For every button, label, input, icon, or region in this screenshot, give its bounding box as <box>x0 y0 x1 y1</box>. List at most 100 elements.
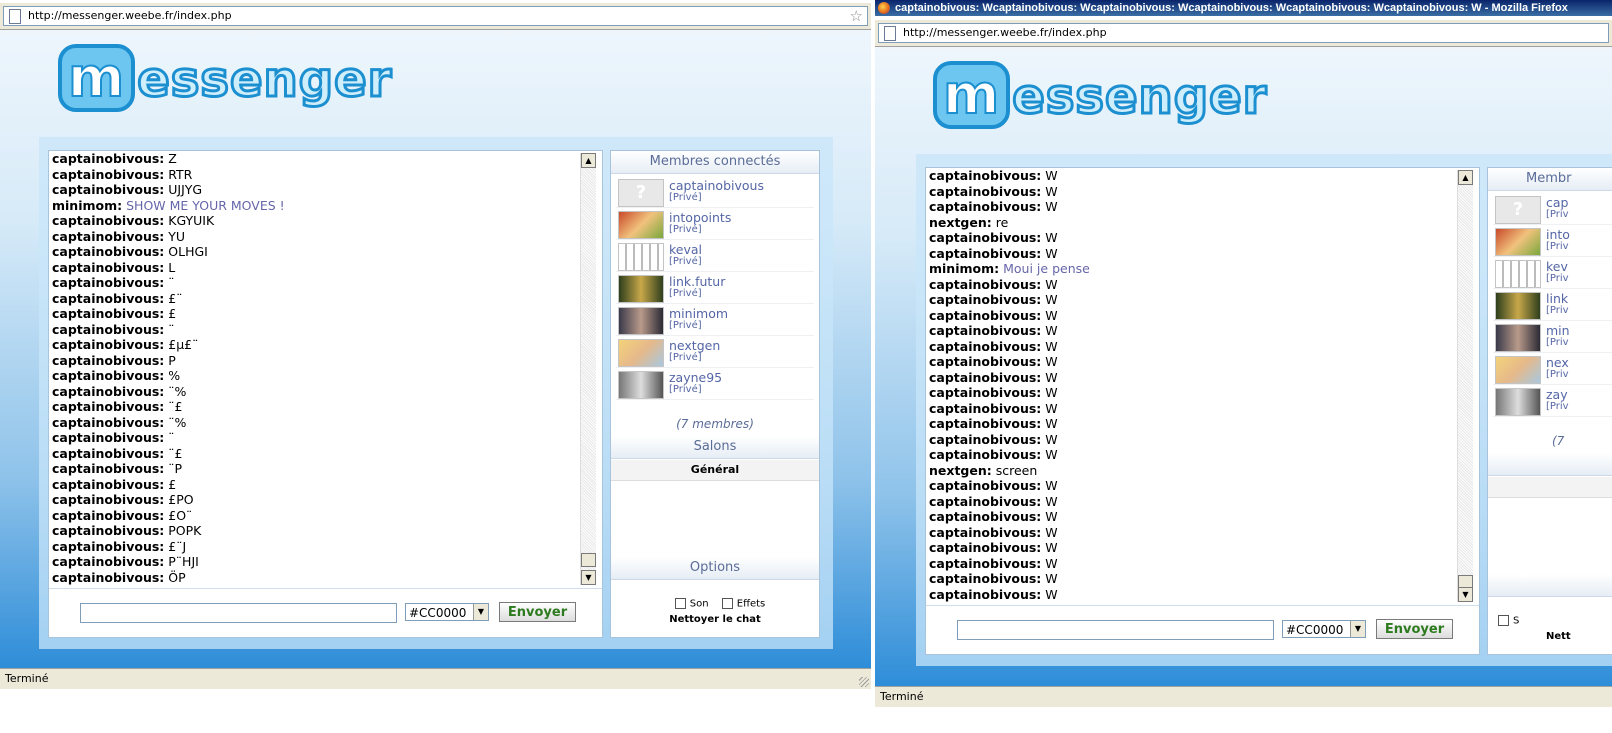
private-message-link[interactable]: [Priv <box>1546 305 1569 316</box>
member-name[interactable]: intopoints <box>669 210 731 225</box>
message-author: captainobivous: <box>929 245 1042 261</box>
chat-message: nextgen: re <box>929 215 1457 231</box>
message-input-b[interactable] <box>957 620 1274 640</box>
member-item[interactable]: link.futur [Privé] <box>616 272 814 304</box>
member-item[interactable]: intopoints [Privé] <box>616 208 814 240</box>
message-author: minimom: <box>929 261 1000 276</box>
members-heading: Membres connectés <box>611 151 819 174</box>
message-text: Z <box>168 151 177 166</box>
member-item[interactable]: link [Priv <box>1493 289 1612 321</box>
salons-heading-b <box>1488 453 1612 476</box>
salon-general[interactable]: Général <box>611 460 819 481</box>
member-name[interactable]: captainobivous <box>669 178 764 193</box>
scroll-thumb[interactable] <box>581 553 596 567</box>
private-message-link[interactable]: [Privé] <box>669 192 702 203</box>
member-name[interactable]: min <box>1546 323 1570 338</box>
chat-scrollbar[interactable]: ▲ ▼ <box>580 153 596 585</box>
member-name[interactable]: link.futur <box>669 274 725 289</box>
effets-label: Effets <box>736 598 766 610</box>
member-name[interactable]: nextgen <box>669 338 720 353</box>
chat-message: captainobivous: W <box>929 184 1457 200</box>
private-message-link[interactable]: [Privé] <box>669 288 702 299</box>
clean-chat-link-b[interactable]: Nett <box>1546 631 1612 642</box>
member-item[interactable]: kev [Priv <box>1493 257 1612 289</box>
message-author: captainobivous: <box>929 183 1042 199</box>
member-name[interactable]: cap <box>1546 195 1568 210</box>
message-text: ¨£ <box>168 445 183 461</box>
member-item[interactable]: ? captainobivous [Privé] <box>616 176 814 208</box>
bookmark-star-icon[interactable]: ☆ <box>850 7 863 25</box>
member-name[interactable]: keval <box>669 242 702 257</box>
member-item[interactable]: zayne95 [Privé] <box>616 368 814 400</box>
message-text: £O¨ <box>168 507 193 523</box>
message-author: captainobivous: <box>52 399 165 414</box>
chat-message: captainobivous: W <box>929 323 1457 339</box>
chat-message: captainobivous: OLHGI <box>52 244 580 260</box>
member-name[interactable]: minimom <box>669 306 728 321</box>
send-button[interactable]: Envoyer <box>499 602 576 622</box>
chat-message: captainobivous: W <box>929 571 1457 587</box>
member-item[interactable]: keval [Privé] <box>616 240 814 272</box>
options-heading-b <box>1488 574 1612 597</box>
message-text: W <box>1045 571 1058 586</box>
member-name[interactable]: kev <box>1546 259 1568 274</box>
clean-chat-link[interactable]: Nettoyer le chat <box>611 614 819 625</box>
private-message-link[interactable]: [Priv <box>1546 241 1569 252</box>
message-text: P <box>168 352 176 368</box>
member-item[interactable]: zay [Priv <box>1493 385 1612 417</box>
message-author: captainobivous: <box>929 168 1042 183</box>
send-button-b[interactable]: Envoyer <box>1376 619 1453 639</box>
chat-message: captainobivous: W <box>929 432 1457 448</box>
member-item[interactable]: nex [Priv <box>1493 353 1612 385</box>
son-checkbox-b[interactable] <box>1498 615 1509 626</box>
message-author: captainobivous: <box>929 540 1042 555</box>
member-name[interactable]: zayne95 <box>669 370 722 385</box>
chat-message: captainobivous: ¨ <box>52 275 580 291</box>
private-message-link[interactable]: [Priv <box>1546 209 1569 220</box>
son-checkbox[interactable] <box>674 598 686 609</box>
color-select[interactable]: #CC0000 ▼ <box>405 603 489 621</box>
message-text: L <box>168 259 176 275</box>
salon-general-b[interactable] <box>1488 477 1612 498</box>
member-item[interactable]: nextgen [Privé] <box>616 336 814 368</box>
private-message-link[interactable]: [Priv <box>1546 273 1569 284</box>
scroll-down-button[interactable]: ▼ <box>581 570 596 585</box>
chat-panel: captainobivous: Zcaptainobivous: RTR capt… <box>48 150 603 638</box>
chat-message: captainobivous: Z <box>52 151 580 167</box>
message-author: captainobivous: <box>52 368 165 383</box>
member-item[interactable]: into [Priv <box>1493 225 1612 257</box>
url-field-b[interactable]: http://messenger.weebe.fr/index.php <box>878 23 1609 43</box>
private-message-link[interactable]: [Privé] <box>669 224 702 235</box>
scroll-up-button[interactable]: ▲ <box>1458 170 1473 185</box>
chat-message: captainobivous: ¨ <box>52 430 580 446</box>
member-item[interactable]: ? cap [Priv <box>1493 193 1612 225</box>
status-text: Terminé <box>5 672 49 685</box>
member-name[interactable]: link <box>1546 291 1568 306</box>
member-item[interactable]: minimom [Privé] <box>616 304 814 336</box>
scroll-up-button[interactable]: ▲ <box>581 153 596 168</box>
private-message-link[interactable]: [Priv <box>1546 337 1569 348</box>
message-input[interactable] <box>80 603 397 623</box>
private-message-link[interactable]: [Priv <box>1546 369 1569 380</box>
member-item[interactable]: min [Priv <box>1493 321 1612 353</box>
message-author: captainobivous: <box>929 276 1042 292</box>
member-name[interactable]: nex <box>1546 355 1569 370</box>
resize-grip-icon[interactable] <box>859 677 869 687</box>
scroll-down-button[interactable]: ▼ <box>1458 587 1473 602</box>
chat-message: captainobivous: W <box>929 587 1457 603</box>
private-message-link[interactable]: [Privé] <box>669 384 702 395</box>
private-message-link[interactable]: [Privé] <box>669 320 702 331</box>
effets-checkbox[interactable] <box>721 598 733 609</box>
member-name[interactable]: zay <box>1546 387 1568 402</box>
private-message-link[interactable]: [Privé] <box>669 352 702 363</box>
chat-scrollbar-b[interactable]: ▲ ▼ <box>1457 170 1473 602</box>
color-select-b[interactable]: #CC0000 ▼ <box>1282 620 1366 638</box>
private-message-link[interactable]: [Privé] <box>669 256 702 267</box>
chat-message: captainobivous: P¨HJI <box>52 554 580 570</box>
member-name[interactable]: into <box>1546 227 1570 242</box>
private-message-link[interactable]: [Priv <box>1546 401 1569 412</box>
chat-message: captainobivous: W <box>929 370 1457 386</box>
address-bar: http://messenger.weebe.fr/index.php ☆ <box>0 3 871 30</box>
message-author: captainobivous: <box>52 538 165 554</box>
url-field[interactable]: http://messenger.weebe.fr/index.php ☆ <box>3 6 868 26</box>
